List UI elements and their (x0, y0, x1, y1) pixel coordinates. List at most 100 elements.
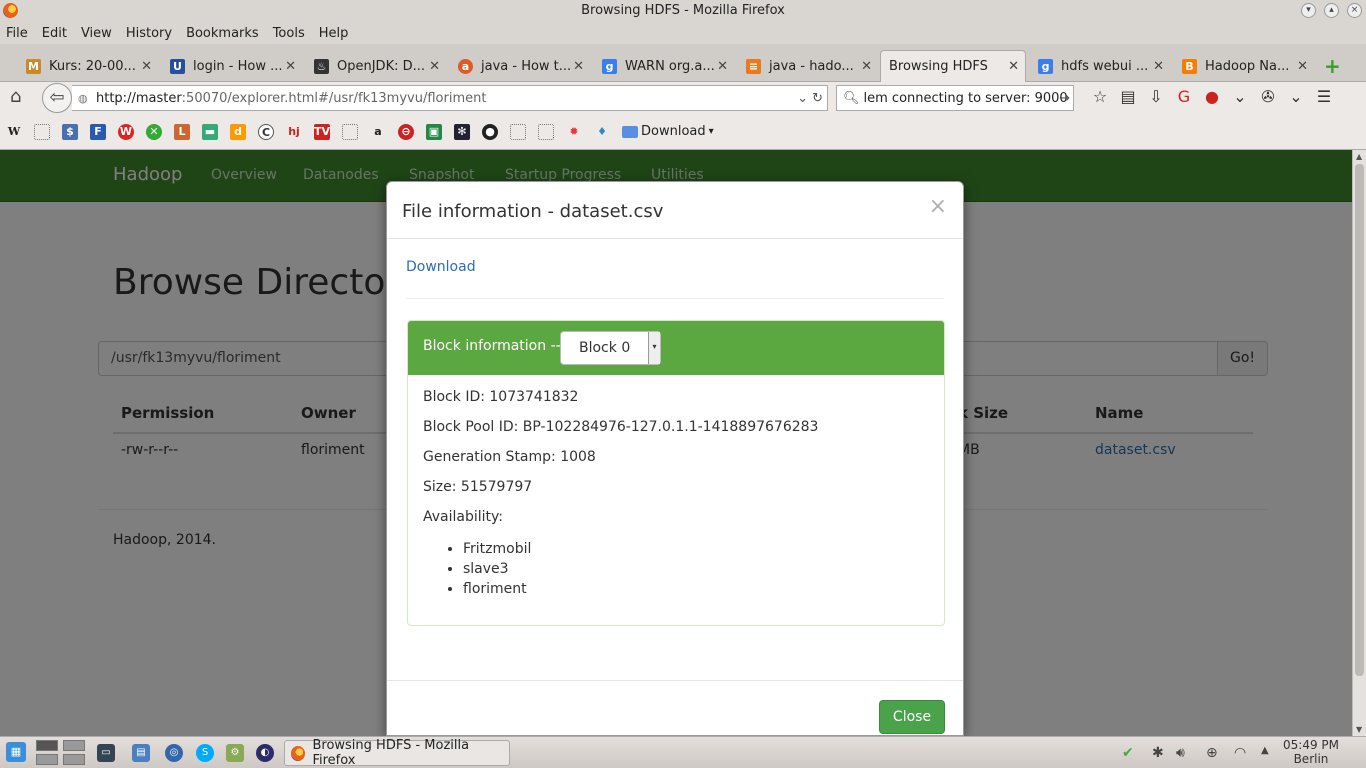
menu-bookmarks[interactable]: Bookmarks (186, 26, 259, 41)
close-tab-icon[interactable]: ✕ (1153, 59, 1164, 74)
volume-icon[interactable]: 🔊︎ (1176, 745, 1185, 761)
close-tab-icon[interactable]: ✕ (1297, 59, 1308, 74)
tab-hdfs-webui[interactable]: g hdfs webui ... ✕ (1030, 50, 1170, 82)
home-icon[interactable]: ⌂ (10, 88, 28, 106)
eclipse-icon[interactable]: ◐ (256, 744, 274, 762)
bluetooth-icon[interactable]: ✱ (1152, 745, 1164, 761)
hamburger-menu-icon[interactable]: ☰ (1310, 87, 1338, 106)
bookmark-icon[interactable]: ● (482, 123, 498, 140)
bookmark-blank-icon[interactable] (510, 123, 526, 140)
desktop-3-icon[interactable] (36, 754, 58, 765)
scroll-down-icon[interactable]: ▼ (1356, 725, 1362, 734)
google-icon: g (602, 58, 617, 74)
maximize-icon[interactable]: ▴ (1324, 3, 1339, 18)
download-link[interactable]: Download (406, 259, 476, 275)
bookmark-icon[interactable]: L (174, 123, 190, 140)
clock-time: 05:49 PM (1283, 738, 1339, 752)
dropdown-arrow-icon[interactable]: ▾ (648, 332, 660, 364)
bookmark-icon[interactable]: ✕ (146, 123, 162, 140)
close-icon[interactable]: × (929, 194, 947, 219)
tab-browsing-hdfs[interactable]: Browsing HDFS ✕ (880, 50, 1026, 82)
tab-label: WARN org.a... (625, 58, 715, 74)
search-go-icon[interactable]: → (1059, 91, 1070, 106)
close-tab-icon[interactable]: ✕ (141, 59, 152, 74)
amazon-icon[interactable]: a (370, 124, 386, 140)
wifi-icon[interactable]: ◠ (1234, 745, 1246, 761)
bookmark-blank-icon[interactable] (538, 123, 554, 140)
close-tab-icon[interactable]: ✕ (429, 59, 440, 74)
bookmark-icon[interactable]: W (118, 123, 134, 140)
browser-icon[interactable]: ◎ (165, 744, 183, 762)
chevron-down-icon[interactable]: ⌄ (1282, 87, 1310, 106)
bookmark-icon[interactable]: TV (314, 123, 330, 140)
page-scrollbar[interactable]: ▲ ▼ (1352, 150, 1366, 736)
adblock-icon[interactable]: ● (1198, 87, 1226, 106)
bookmark-icon[interactable]: $ (62, 123, 78, 140)
bookmark-icon[interactable]: d (230, 123, 246, 140)
clock[interactable]: 05:49 PM Berlin (1276, 738, 1346, 766)
tab-hadoop-na[interactable]: B Hadoop Na... ✕ (1174, 50, 1314, 82)
close-tab-icon[interactable]: ✕ (285, 59, 296, 74)
back-button[interactable]: ⇦ (42, 83, 72, 113)
bookmark-icon[interactable]: ♦ (594, 124, 610, 140)
scrollbar-thumb[interactable] (1355, 164, 1364, 676)
bookmark-icon[interactable]: ✻ (454, 123, 470, 140)
wikipedia-icon[interactable]: W (6, 124, 22, 140)
menu-history[interactable]: History (126, 26, 172, 41)
chevron-up-icon[interactable]: ▲ (1261, 745, 1269, 756)
minimize-icon[interactable]: ▾ (1301, 3, 1316, 18)
new-tab-icon[interactable]: + (1324, 56, 1341, 76)
url-bar[interactable]: ◍ http://master:50070/explorer.html#/usr… (72, 85, 828, 111)
download-icon[interactable]: ⇩ (1142, 87, 1170, 106)
shield-check-icon[interactable]: ✔ (1122, 745, 1134, 761)
close-window-icon[interactable]: × (1347, 3, 1362, 18)
extension-icon[interactable]: ✇ (1254, 87, 1282, 106)
tab-kurs[interactable]: M Kurs: 20-00... ✕ (18, 50, 158, 82)
bookmark-folder-download[interactable]: Download ▾ (622, 124, 714, 139)
tab-openjdk[interactable]: ♨ OpenJDK: D... ✕ (306, 50, 446, 82)
settings-icon[interactable]: ⚙ (226, 744, 244, 762)
menu-help[interactable]: Help (319, 26, 349, 41)
desktop-2-icon[interactable] (63, 740, 85, 751)
block-select[interactable]: Block 0 ▾ (560, 331, 661, 365)
bookmark-icon[interactable]: hj (286, 124, 302, 140)
search-input[interactable]: 🔍︎ lem connecting to server: 9000 → (836, 85, 1074, 111)
close-tab-icon[interactable]: ✕ (717, 59, 728, 74)
skype-icon[interactable]: S (196, 744, 214, 762)
menu-edit[interactable]: Edit (42, 26, 67, 41)
bookmark-blank-icon[interactable] (342, 123, 358, 140)
reading-list-icon[interactable]: ▤ (1114, 87, 1142, 106)
chevron-down-icon[interactable]: ⌄ (1226, 87, 1254, 106)
bookmark-blank-icon[interactable] (34, 123, 50, 140)
tab-warn[interactable]: g WARN org.a... ✕ (594, 50, 734, 82)
menu-tools[interactable]: Tools (273, 26, 305, 41)
gmail-notifier-icon[interactable]: G (1170, 87, 1198, 106)
bookmark-icon[interactable]: ✹ (566, 124, 582, 140)
network-icon[interactable]: ⊕ (1206, 745, 1218, 761)
kurs-icon: M (26, 58, 41, 74)
reload-icon[interactable]: ⌄ ↻ (797, 91, 823, 106)
bookmark-icon[interactable]: ▣ (426, 123, 442, 140)
star-icon[interactable]: ☆ (1086, 87, 1114, 106)
desktop-1-icon[interactable] (36, 740, 58, 751)
close-tab-icon[interactable]: ✕ (573, 59, 584, 74)
tab-java-how[interactable]: a java - How t... ✕ (450, 50, 590, 82)
menu-file[interactable]: File (6, 26, 28, 41)
bookmark-icon[interactable]: ▬ (202, 123, 218, 140)
bookmark-icon[interactable]: F (90, 123, 106, 140)
menu-view[interactable]: View (81, 26, 112, 41)
tab-login[interactable]: U login - How ... ✕ (162, 50, 302, 82)
close-tab-icon[interactable]: ✕ (1008, 59, 1019, 74)
scroll-up-icon[interactable]: ▲ (1356, 152, 1362, 161)
bookmark-icon[interactable]: C (258, 123, 274, 140)
close-button[interactable]: Close (879, 700, 945, 734)
desktop-4-icon[interactable] (63, 754, 85, 765)
close-tab-icon[interactable]: ✕ (861, 59, 872, 74)
bookmark-icon[interactable]: ⊖ (398, 123, 414, 140)
file-manager-icon[interactable]: ▤ (132, 744, 150, 762)
app-menu-icon[interactable]: ▦ (6, 742, 26, 762)
tab-java-hado[interactable]: ≡ java - hado... ✕ (738, 50, 878, 82)
terminal-icon[interactable]: ▭ (97, 744, 115, 762)
tab-label: Browsing HDFS (889, 59, 988, 74)
taskbar-firefox-window[interactable]: Browsing HDFS - Mozilla Firefox (284, 738, 510, 768)
